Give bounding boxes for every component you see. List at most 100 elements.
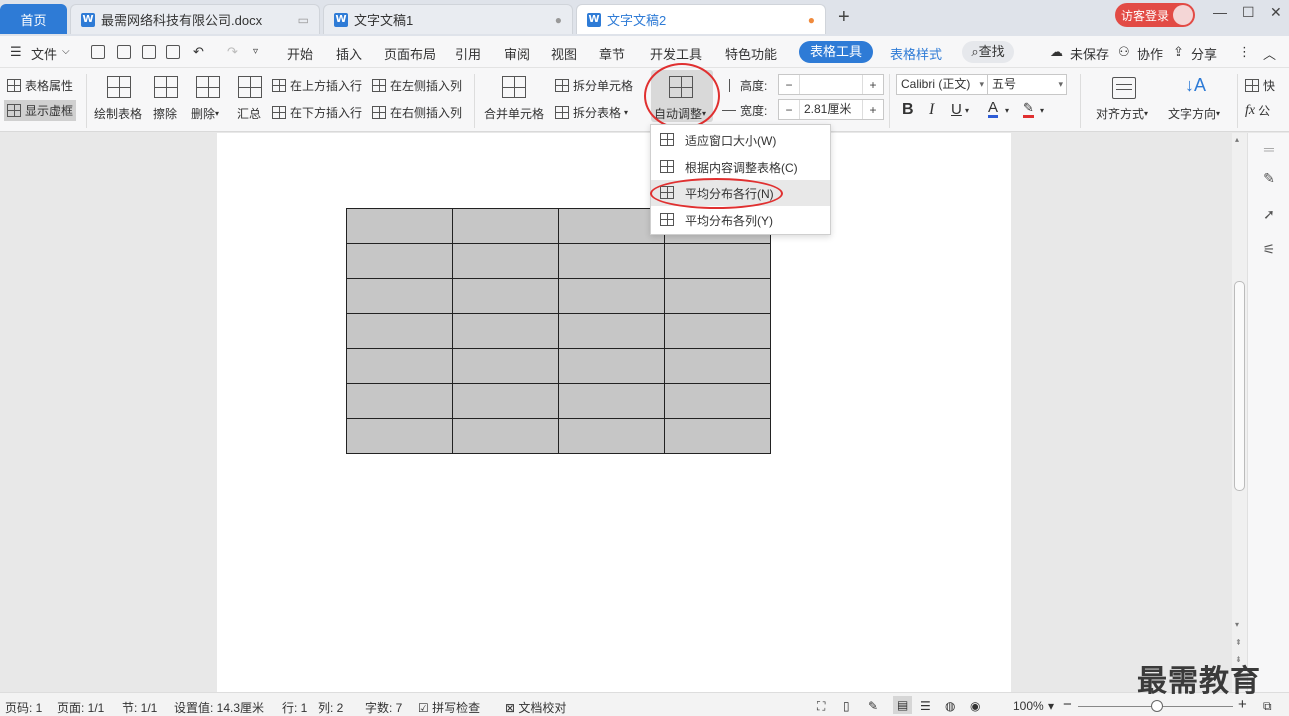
split-table-button[interactable]: 拆分表格 ▾	[555, 104, 628, 121]
status-pages[interactable]: 页面: 1/1	[57, 699, 104, 716]
table-cell[interactable]	[346, 313, 453, 349]
delete-button[interactable]: 删除 ▾	[191, 105, 219, 122]
collab-button[interactable]: 协作	[1137, 44, 1163, 63]
page-view-icon[interactable]: ▤	[893, 696, 913, 714]
height-stepper[interactable]: − +	[778, 74, 884, 95]
table-row[interactable]	[346, 243, 771, 279]
maximize-icon[interactable]: ☐	[1242, 4, 1255, 21]
dropdown-fit-content[interactable]: 根据内容调整表格(C)	[651, 154, 830, 180]
hamburger-icon[interactable]: ☰	[10, 44, 22, 60]
insert-left-button[interactable]: 在左侧插入列	[372, 77, 462, 94]
menu-page-layout[interactable]: 页面布局	[384, 44, 436, 63]
save-icon[interactable]	[91, 45, 105, 59]
width-stepper[interactable]: −2.81厘米 +	[778, 99, 884, 120]
tab-doc-company[interactable]: W 最需网络科技有限公司.docx ▭	[70, 4, 320, 34]
table-cell[interactable]	[558, 418, 665, 454]
font-color-icon[interactable]: A	[988, 100, 999, 118]
table-cell[interactable]	[452, 243, 559, 279]
web-view-icon[interactable]: ◍	[945, 699, 955, 713]
text-direction-button[interactable]: 文字方向 ▾	[1168, 105, 1220, 122]
table-cell[interactable]	[346, 418, 453, 454]
insert-below-button[interactable]: 在下方插入行	[272, 104, 362, 121]
scroll-down-icon[interactable]: ▾	[1235, 620, 1239, 629]
export-icon[interactable]	[117, 45, 131, 59]
guest-login-button[interactable]: 访客登录	[1115, 3, 1195, 27]
print-icon[interactable]	[142, 45, 156, 59]
caret-icon[interactable]: ▾	[1040, 106, 1044, 115]
table-row[interactable]	[346, 313, 771, 349]
align-button[interactable]: 对齐方式 ▾	[1096, 105, 1148, 122]
table-cell[interactable]	[664, 383, 771, 419]
share-button[interactable]: 分享	[1191, 44, 1217, 63]
tab-dot-icon[interactable]: ●	[555, 13, 562, 27]
width-value[interactable]: 2.81厘米	[799, 100, 863, 119]
zoom-value[interactable]: 100%	[1013, 699, 1044, 713]
table-cell[interactable]	[452, 278, 559, 314]
print-preview-icon[interactable]	[166, 45, 180, 59]
zoom-slider-handle[interactable]	[1151, 700, 1163, 712]
table-cell[interactable]	[558, 313, 665, 349]
outline-view-icon[interactable]: ☰	[920, 699, 931, 713]
menu-start[interactable]: 开始	[287, 44, 313, 63]
scroll-up-icon[interactable]: ▴	[1235, 135, 1239, 144]
status-words[interactable]: 字数: 7	[365, 699, 402, 716]
draw-table-button[interactable]: 绘制表格	[94, 105, 142, 122]
status-setting[interactable]: 设置值: 14.3厘米	[174, 699, 264, 716]
scrollbar-thumb[interactable]	[1234, 281, 1245, 491]
sidebar-collapse-icon[interactable]: ═	[1261, 141, 1277, 157]
menu-insert[interactable]: 插入	[336, 44, 362, 63]
collapse-ribbon-icon[interactable]: ︿	[1263, 44, 1276, 63]
tab-doc-2[interactable]: W 文字文稿2 ●	[576, 4, 826, 34]
table-cell[interactable]	[558, 278, 665, 314]
unsaved-dot-icon[interactable]: ●	[808, 13, 815, 27]
status-page-code[interactable]: 页码: 1	[5, 699, 42, 716]
caret-icon[interactable]: ▾	[965, 106, 969, 115]
chevron-down-icon[interactable]: ⌵	[62, 46, 70, 57]
height-value[interactable]	[799, 75, 863, 94]
font-name-select[interactable]: Calibri (正文) ▾	[896, 74, 988, 95]
bold-icon[interactable]: B	[902, 101, 914, 119]
tab-doc-1[interactable]: W 文字文稿1 ●	[323, 4, 573, 34]
table-cell[interactable]	[452, 383, 559, 419]
table-cell[interactable]	[558, 243, 665, 279]
quick-calc-button[interactable]: 快	[1245, 77, 1275, 94]
italic-icon[interactable]: I	[929, 101, 934, 119]
table-row[interactable]	[346, 278, 771, 314]
document-table[interactable]	[346, 208, 771, 454]
menu-table-style[interactable]: 表格样式	[890, 44, 942, 63]
menu-developer[interactable]: 开发工具	[650, 44, 702, 63]
formula-button[interactable]: fx 公	[1245, 102, 1270, 119]
table-cell[interactable]	[452, 313, 559, 349]
monitor-icon[interactable]: ▭	[298, 13, 309, 27]
table-cell[interactable]	[664, 278, 771, 314]
menu-table-tools[interactable]: 表格工具	[799, 41, 873, 63]
more-icon[interactable]: ⋮	[1238, 44, 1251, 60]
select-icon[interactable]: ➚	[1261, 206, 1277, 222]
menu-file[interactable]: 文件	[31, 44, 57, 63]
table-row[interactable]	[346, 348, 771, 384]
cloud-icon[interactable]: ☁	[1050, 44, 1063, 60]
table-cell[interactable]	[452, 418, 559, 454]
spell-check-button[interactable]: ☑ 拼写检查	[418, 699, 480, 716]
plus-icon[interactable]: +	[863, 78, 883, 92]
collab-icon[interactable]: ⚇	[1118, 44, 1130, 60]
search-button[interactable]: ⌕查找	[962, 41, 1014, 63]
redo-icon[interactable]: ↷	[227, 44, 238, 60]
table-cell[interactable]	[664, 418, 771, 454]
dropdown-fit-window[interactable]: 适应窗口大小(W)	[651, 127, 830, 153]
table-cell[interactable]	[664, 348, 771, 384]
eye-protection-icon[interactable]: ◉	[970, 699, 980, 713]
table-row[interactable]	[346, 418, 771, 454]
zoom-out-icon[interactable]: −	[1063, 696, 1072, 713]
table-cell[interactable]	[664, 313, 771, 349]
minus-icon[interactable]: −	[779, 103, 799, 117]
undo-icon[interactable]: ↶	[193, 44, 204, 60]
unsaved-status[interactable]: 未保存	[1070, 44, 1109, 63]
table-cell[interactable]	[558, 348, 665, 384]
summary-button[interactable]: 汇总	[237, 105, 261, 122]
new-tab-button[interactable]: +	[838, 6, 850, 29]
menu-chapter[interactable]: 章节	[599, 44, 625, 63]
caret-icon[interactable]: ▾	[1005, 106, 1009, 115]
erase-button[interactable]: 擦除	[153, 105, 177, 122]
quick-access-more-icon[interactable]: ▿	[253, 46, 258, 57]
